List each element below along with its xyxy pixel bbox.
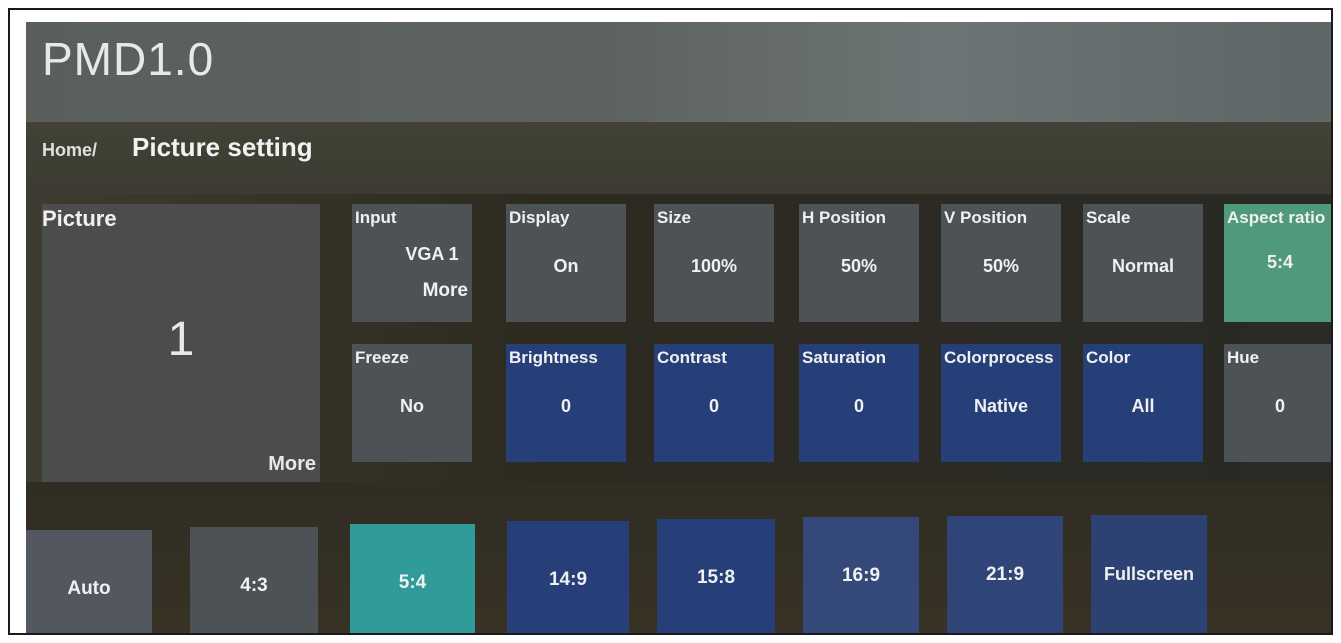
saturation-tile[interactable]: Saturation 0 — [799, 344, 919, 462]
aspect-option-4-3[interactable]: 4:3 — [190, 527, 318, 633]
tile-value: 0 — [853, 396, 864, 416]
tile-label: Colorprocess — [944, 348, 1054, 367]
size-tile[interactable]: Size 100% — [654, 204, 774, 322]
colorprocess-tile[interactable]: Colorprocess Native — [941, 344, 1061, 462]
aspect-option-fullscreen[interactable]: Fullscreen — [1091, 515, 1207, 633]
tile-value: 50% — [840, 256, 878, 276]
tile-label: Size — [657, 208, 692, 227]
tile-value: 5:4 — [1266, 252, 1293, 272]
picture-label: Picture — [42, 206, 117, 231]
tile-label: Hue — [1227, 348, 1260, 367]
aspect-option-21-9[interactable]: 21:9 — [947, 516, 1063, 633]
hue-tile[interactable]: Hue 0 — [1224, 344, 1331, 462]
tile-label: H Position — [802, 208, 887, 227]
brightness-tile[interactable]: Brightness 0 — [506, 344, 626, 462]
tile-value: 0 — [560, 396, 571, 416]
picture-number: 1 — [167, 313, 195, 366]
tile-value: Native — [973, 396, 1029, 416]
tile-value: On — [553, 256, 579, 276]
tile-value: 0 — [708, 396, 719, 416]
tile-value: All — [1131, 396, 1155, 416]
aspect-option-16-9[interactable]: 16:9 — [803, 517, 919, 633]
input-more-link[interactable]: More — [423, 280, 468, 302]
tile-value: 50% — [982, 256, 1020, 276]
photo-frame: PMD1.0 Home/ Picture setting Picture 1 M… — [8, 8, 1333, 635]
tile-label: Display — [509, 208, 570, 227]
tile-label: Input — [355, 208, 397, 227]
tile-value: 0 — [1274, 396, 1285, 416]
tile-value: VGA 1 — [405, 244, 459, 264]
title-bar: PMD1.0 — [26, 22, 1331, 122]
tile-label: Color — [1086, 348, 1131, 367]
display-tile[interactable]: Display On — [506, 204, 626, 322]
tile-label: Saturation — [802, 348, 887, 367]
picture-more-link[interactable]: More — [268, 453, 316, 476]
aspect-option-14-9[interactable]: 14:9 — [507, 521, 629, 633]
tile-value: No — [400, 396, 424, 416]
tile-label: V Position — [944, 208, 1028, 227]
contrast-tile[interactable]: Contrast 0 — [654, 344, 774, 462]
tile-label: Scale — [1086, 208, 1131, 227]
app-title: PMD1.0 — [42, 33, 215, 85]
page-title: Picture setting — [132, 132, 313, 162]
aspect-option-15-8[interactable]: 15:8 — [657, 519, 775, 633]
v-position-tile[interactable]: V Position 50% — [941, 204, 1061, 322]
tile-value: Normal — [1111, 256, 1174, 276]
breadcrumb-home[interactable]: Home/ — [42, 140, 97, 161]
aspect-ratio-tile[interactable]: Aspect ratio 5:4 — [1224, 204, 1331, 322]
color-tile[interactable]: Color All — [1083, 344, 1203, 462]
tile-label: Contrast — [657, 348, 727, 367]
device-screen: PMD1.0 Home/ Picture setting Picture 1 M… — [26, 22, 1331, 633]
tile-label: Freeze — [355, 348, 409, 367]
scale-tile[interactable]: Scale Normal — [1083, 204, 1203, 322]
freeze-tile[interactable]: Freeze No — [352, 344, 472, 462]
tile-label: Brightness — [509, 348, 598, 367]
h-position-tile[interactable]: H Position 50% — [799, 204, 919, 322]
aspect-option-5-4[interactable]: 5:4 — [350, 524, 475, 633]
tile-value: 100% — [690, 256, 738, 276]
input-tile[interactable]: Input VGA 1 More — [352, 204, 472, 322]
aspect-option-auto[interactable]: Auto — [26, 530, 152, 633]
tile-label: Aspect ratio — [1227, 208, 1326, 227]
picture-tile[interactable]: Picture 1 More — [42, 204, 320, 482]
